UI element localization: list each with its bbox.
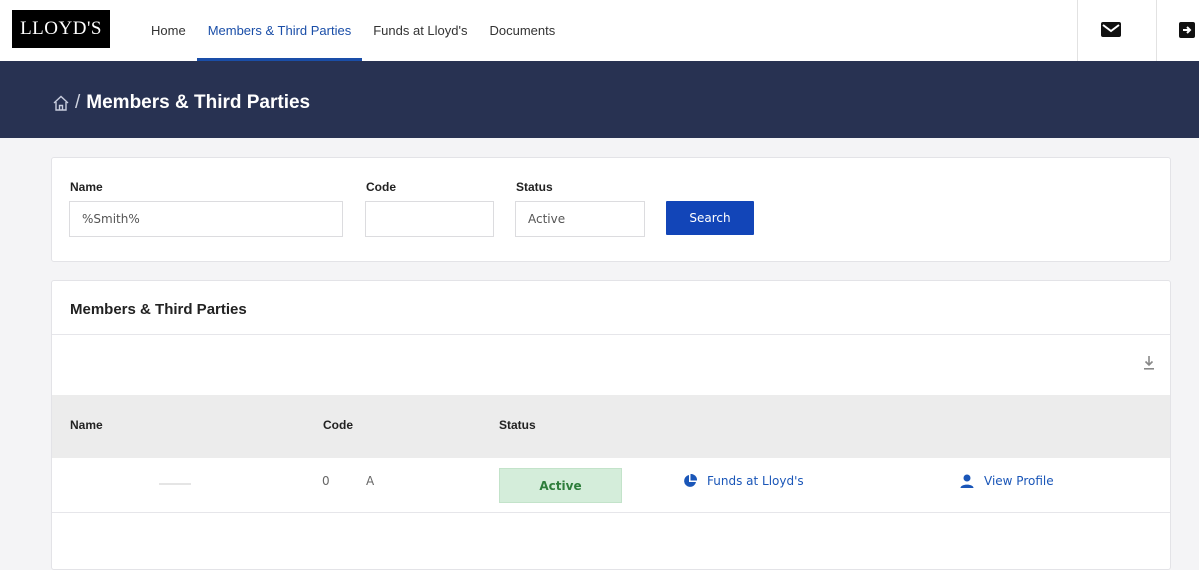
- nav-divider: [1077, 0, 1078, 61]
- row-divider: [52, 512, 1170, 513]
- nav-item-documents[interactable]: Documents: [478, 0, 566, 61]
- funds-link-label: Funds at Lloyd's: [707, 474, 804, 488]
- download-icon[interactable]: [1143, 355, 1155, 371]
- column-header-code[interactable]: Code: [323, 418, 353, 432]
- nav-item-home[interactable]: Home: [140, 0, 197, 61]
- breadcrumb-separator: /: [75, 92, 81, 113]
- main-nav: Home Members & Third Parties Funds at Ll…: [140, 0, 566, 61]
- mail-icon[interactable]: [1101, 22, 1121, 37]
- nav-divider: [1156, 0, 1157, 61]
- view-profile-label: View Profile: [984, 474, 1054, 488]
- code-field[interactable]: [365, 201, 494, 237]
- status-badge: Active: [499, 468, 622, 503]
- redacted-member-name: [159, 483, 191, 485]
- table-header: [52, 395, 1170, 458]
- nav-item-members-third-parties[interactable]: Members & Third Parties: [196, 0, 363, 61]
- name-field[interactable]: %Smith%: [69, 201, 343, 237]
- nav-item-funds-at-lloyds[interactable]: Funds at Lloyd's: [362, 0, 478, 61]
- results-divider: [52, 334, 1170, 335]
- column-header-status[interactable]: Status: [499, 418, 536, 432]
- search-button[interactable]: Search: [666, 201, 754, 235]
- user-icon: [960, 474, 974, 488]
- row-code: 0: [322, 474, 330, 488]
- status-field[interactable]: Active: [515, 201, 645, 237]
- home-icon[interactable]: [52, 94, 70, 112]
- page-title: Members & Third Parties: [86, 92, 311, 113]
- logout-icon[interactable]: [1179, 22, 1195, 38]
- row-code-suffix: A: [366, 474, 375, 488]
- lloyds-logo[interactable]: LLOYD'S: [12, 10, 110, 48]
- view-profile-link[interactable]: View Profile: [960, 474, 1054, 488]
- pie-chart-icon: [684, 474, 697, 487]
- column-header-name[interactable]: Name: [70, 418, 103, 432]
- status-field-label: Status: [516, 180, 553, 194]
- breadcrumb: / Members & Third Parties: [52, 92, 310, 114]
- funds-at-lloyds-link[interactable]: Funds at Lloyd's: [683, 474, 804, 488]
- top-navigation-bar: LLOYD'S Home Members & Third Parties Fun…: [0, 0, 1199, 61]
- results-title: Members & Third Parties: [70, 301, 247, 318]
- code-field-label: Code: [366, 180, 396, 194]
- name-field-label: Name: [70, 180, 103, 194]
